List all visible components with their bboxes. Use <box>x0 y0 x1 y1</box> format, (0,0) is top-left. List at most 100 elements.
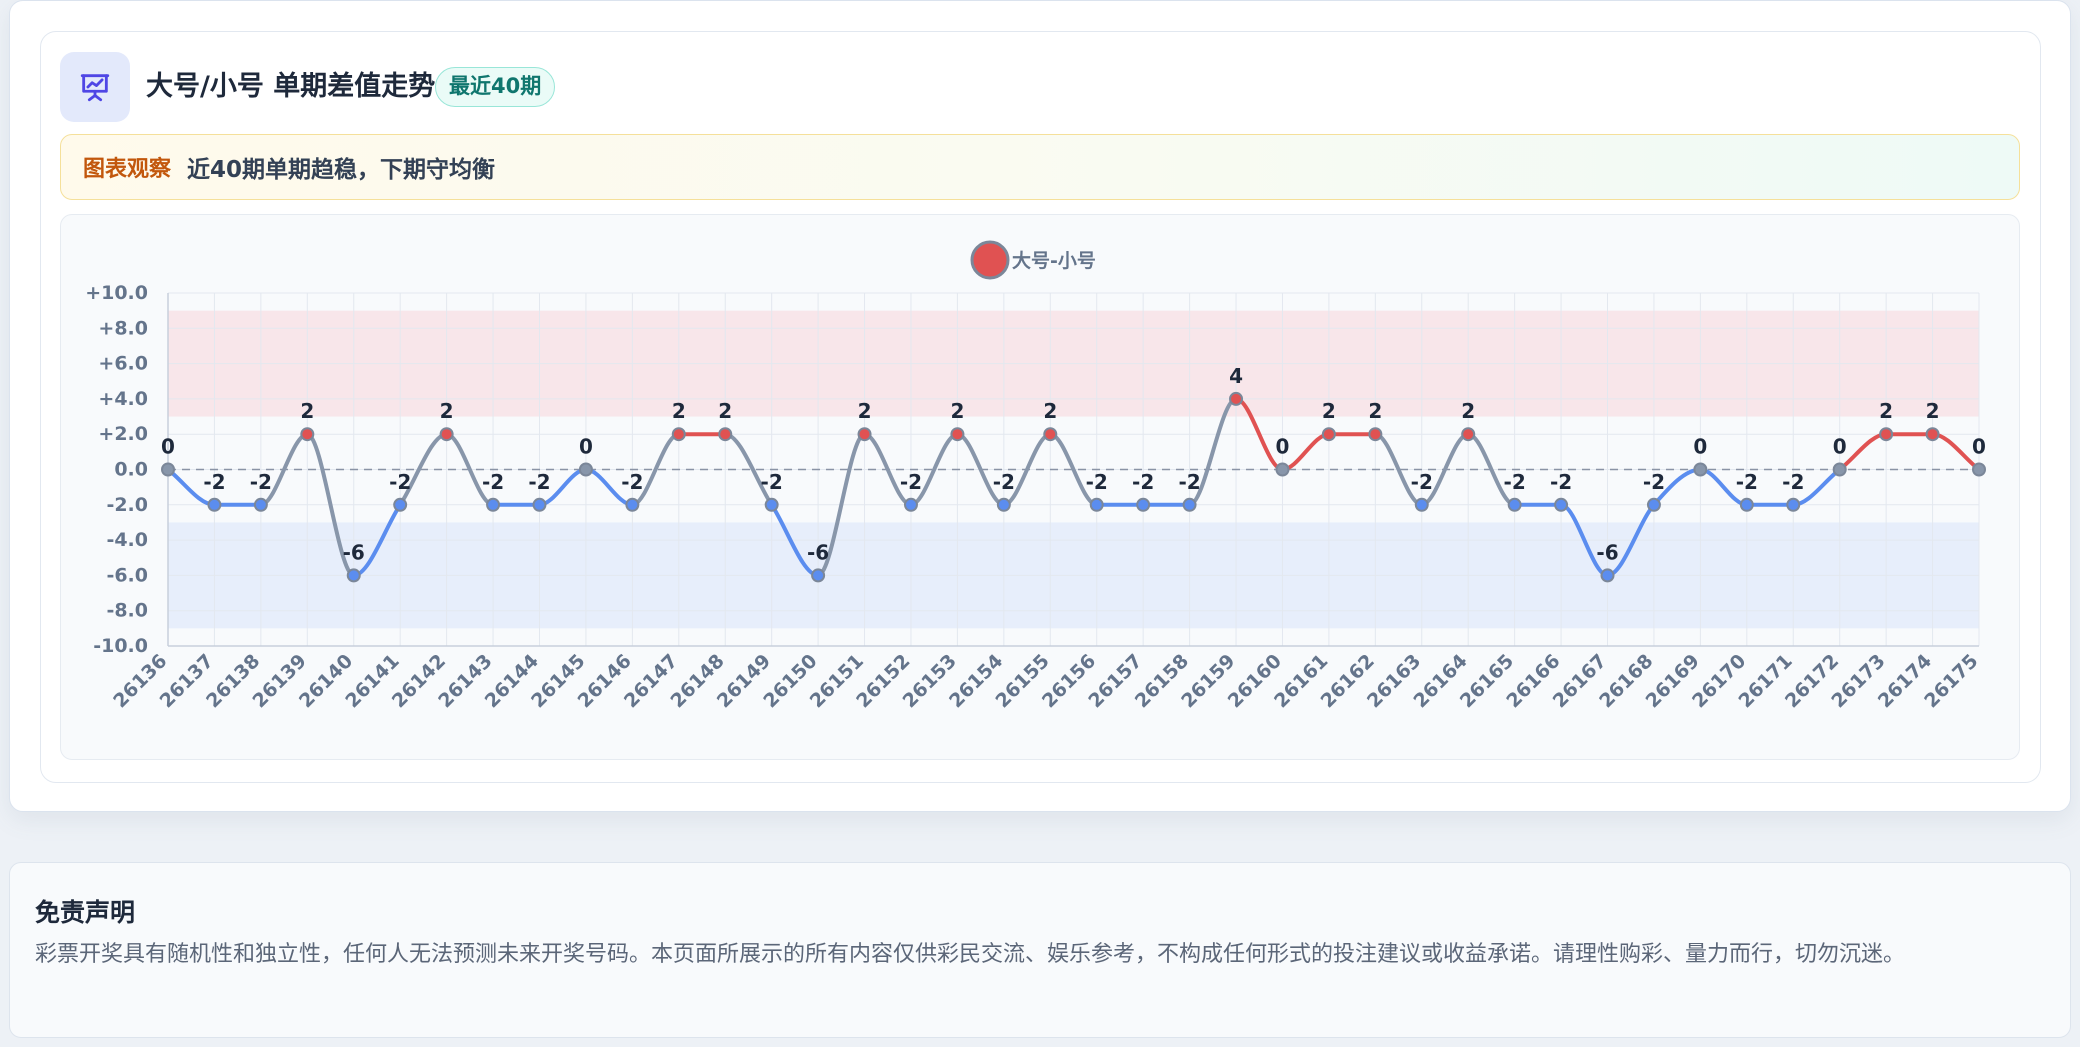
y-tick-label: -2.0 <box>106 494 148 516</box>
data-label: -2 <box>389 470 411 494</box>
data-label: -2 <box>761 470 783 494</box>
data-label: -2 <box>1132 470 1154 494</box>
data-label: -2 <box>1504 470 1526 494</box>
data-label: -2 <box>993 470 1015 494</box>
data-label: 0 <box>1693 435 1707 459</box>
data-label: -2 <box>482 470 504 494</box>
data-point <box>578 462 593 477</box>
data-point <box>532 497 547 512</box>
data-point <box>1043 427 1058 442</box>
data-label: -6 <box>343 540 365 564</box>
data-label: -2 <box>1782 470 1804 494</box>
legend-marker <box>970 240 1010 280</box>
data-label: 2 <box>950 399 964 423</box>
data-label: -6 <box>807 540 829 564</box>
data-point <box>718 427 733 442</box>
data-point <box>1925 427 1940 442</box>
y-tick-label: 0.0 <box>114 459 148 481</box>
insight-label: 图表观察 <box>83 157 172 182</box>
data-point <box>1414 497 1429 512</box>
data-point <box>1646 497 1661 512</box>
data-label: -2 <box>621 470 643 494</box>
y-tick-label: +10.0 <box>85 282 148 304</box>
chart-panel: -10.0 -8.0 -6.0 -4.0 -2.0 0.0 +2.0 +4.0 +6.0 +8.0… <box>60 214 2020 760</box>
data-point <box>1739 497 1754 512</box>
line-chart: -10.0 -8.0 -6.0 -4.0 -2.0 0.0 +2.0 +4.0 +6.0 +8.0… <box>85 240 1986 712</box>
series-line-segment <box>1837 432 1889 472</box>
data-label: -2 <box>1643 470 1665 494</box>
data-label: 2 <box>1368 399 1382 423</box>
data-label: 2 <box>858 399 872 423</box>
data-label: 2 <box>1322 399 1336 423</box>
data-label: 2 <box>672 399 686 423</box>
data-point <box>1879 427 1894 442</box>
data-point <box>671 427 686 442</box>
data-point <box>1507 497 1522 512</box>
data-label: 2 <box>1043 399 1057 423</box>
data-label: 0 <box>1276 435 1290 459</box>
data-label: 4 <box>1229 364 1243 388</box>
data-label: 2 <box>1461 399 1475 423</box>
data-label: -2 <box>250 470 272 494</box>
presentation-chart-icon <box>60 52 130 122</box>
data-point <box>1275 462 1290 477</box>
insight-banner: 图表观察 近40期单期趋稳，下期守均衡 <box>60 134 2020 200</box>
data-label: -2 <box>1550 470 1572 494</box>
data-point <box>439 427 454 442</box>
data-point <box>393 497 408 512</box>
data-point <box>857 427 872 442</box>
data-label: -2 <box>1411 470 1433 494</box>
y-tick-label: -10.0 <box>93 635 148 657</box>
y-tick-label: +2.0 <box>98 423 148 445</box>
data-label: 2 <box>440 399 454 423</box>
data-label: -2 <box>1178 470 1200 494</box>
data-point <box>486 497 501 512</box>
data-point <box>811 568 826 583</box>
data-label: -2 <box>900 470 922 494</box>
y-tick-label: +4.0 <box>98 388 148 410</box>
disclaimer-text: 彩票开奖具有随机性和独立性，任何人无法预测未来开奖号码。本页面所展示的所有内容仅… <box>35 942 1906 967</box>
data-point <box>1832 462 1847 477</box>
data-point <box>1461 427 1476 442</box>
data-point <box>1229 391 1244 406</box>
insight-text: 近40期单期趋稳，下期守均衡 <box>187 157 496 183</box>
data-point <box>1321 427 1336 442</box>
page-title: 大号/小号 单期差值走势 <box>146 71 436 102</box>
data-point <box>950 427 965 442</box>
period-badge: 最近40期 <box>435 67 556 107</box>
legend-label: 大号-小号 <box>1012 249 1096 272</box>
data-label: 2 <box>1926 399 1940 423</box>
data-label: -2 <box>203 470 225 494</box>
data-label: -6 <box>1596 540 1618 564</box>
data-point <box>1554 497 1569 512</box>
y-tick-label: +8.0 <box>98 317 148 339</box>
y-tick-label: -8.0 <box>106 600 148 622</box>
data-point <box>253 497 268 512</box>
y-tick-label: -6.0 <box>106 564 148 586</box>
data-point <box>996 497 1011 512</box>
data-point <box>346 568 361 583</box>
data-point <box>161 462 175 477</box>
data-label: 0 <box>1833 435 1847 459</box>
data-point <box>1136 497 1151 512</box>
data-point <box>1972 462 1986 477</box>
data-label: -2 <box>1736 470 1758 494</box>
data-point <box>625 497 640 512</box>
data-point <box>1089 497 1104 512</box>
data-point <box>207 497 222 512</box>
data-point <box>300 427 315 442</box>
disclaimer-title: 免责声明 <box>35 898 136 927</box>
data-label: 0 <box>161 435 175 459</box>
data-point <box>1182 497 1197 512</box>
data-point <box>1693 462 1708 477</box>
data-label: -2 <box>1086 470 1108 494</box>
data-label: 0 <box>1972 435 1986 459</box>
data-label: -2 <box>528 470 550 494</box>
data-label: 0 <box>579 435 593 459</box>
data-label: 2 <box>300 399 314 423</box>
data-point <box>764 497 779 512</box>
data-point <box>1600 568 1615 583</box>
disclaimer-card: 免责声明 彩票开奖具有随机性和独立性，任何人无法预测未来开奖号码。本页面所展示的… <box>9 862 2071 1038</box>
data-point <box>1368 427 1383 442</box>
data-point <box>903 497 918 512</box>
